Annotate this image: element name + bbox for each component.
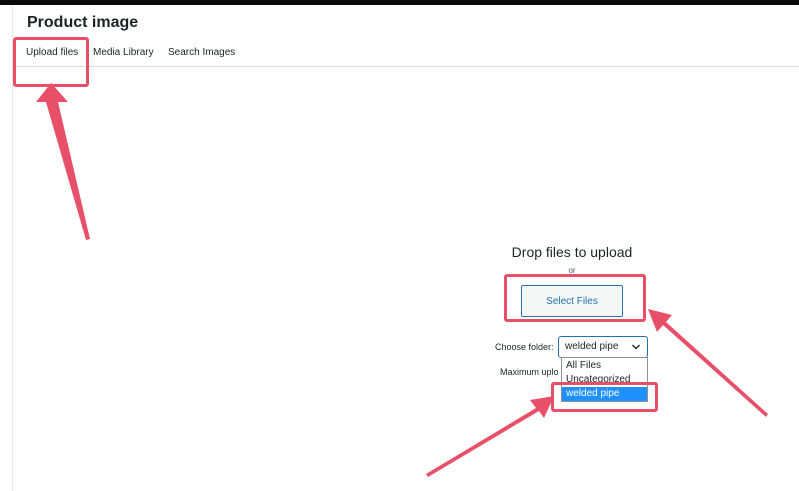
folder-option-uncategorized[interactable]: Uncategorized xyxy=(562,373,647,387)
tab-search-images[interactable]: Search Images xyxy=(168,47,235,59)
arrow-to-select-files xyxy=(648,309,768,417)
folder-dropdown-list: All Files Uncategorized welded pipe xyxy=(561,357,648,402)
arrow-to-welded-pipe xyxy=(426,396,554,477)
window-top-bar xyxy=(0,0,799,5)
select-files-button[interactable]: Select Files xyxy=(521,285,623,317)
folder-option-all-files[interactable]: All Files xyxy=(562,359,647,373)
folder-select-value: welded pipe xyxy=(565,341,619,352)
media-tabs: Upload files Media Library Search Images xyxy=(13,40,799,67)
left-divider xyxy=(12,5,13,491)
tab-media-library[interactable]: Media Library xyxy=(93,47,154,59)
arrow-to-upload-tab xyxy=(36,83,90,240)
or-separator: or xyxy=(568,266,576,275)
folder-select[interactable]: welded pipe xyxy=(558,336,648,358)
maximum-upload-text: Maximum uplo xyxy=(500,367,559,377)
choose-folder-label: Choose folder: xyxy=(495,342,554,352)
chevron-down-icon xyxy=(632,344,640,350)
tab-upload-files[interactable]: Upload files xyxy=(26,47,78,59)
folder-option-welded-pipe[interactable]: welded pipe xyxy=(562,387,647,401)
drop-zone-title: Drop files to upload xyxy=(511,244,633,260)
modal-title: Product image xyxy=(27,14,139,31)
